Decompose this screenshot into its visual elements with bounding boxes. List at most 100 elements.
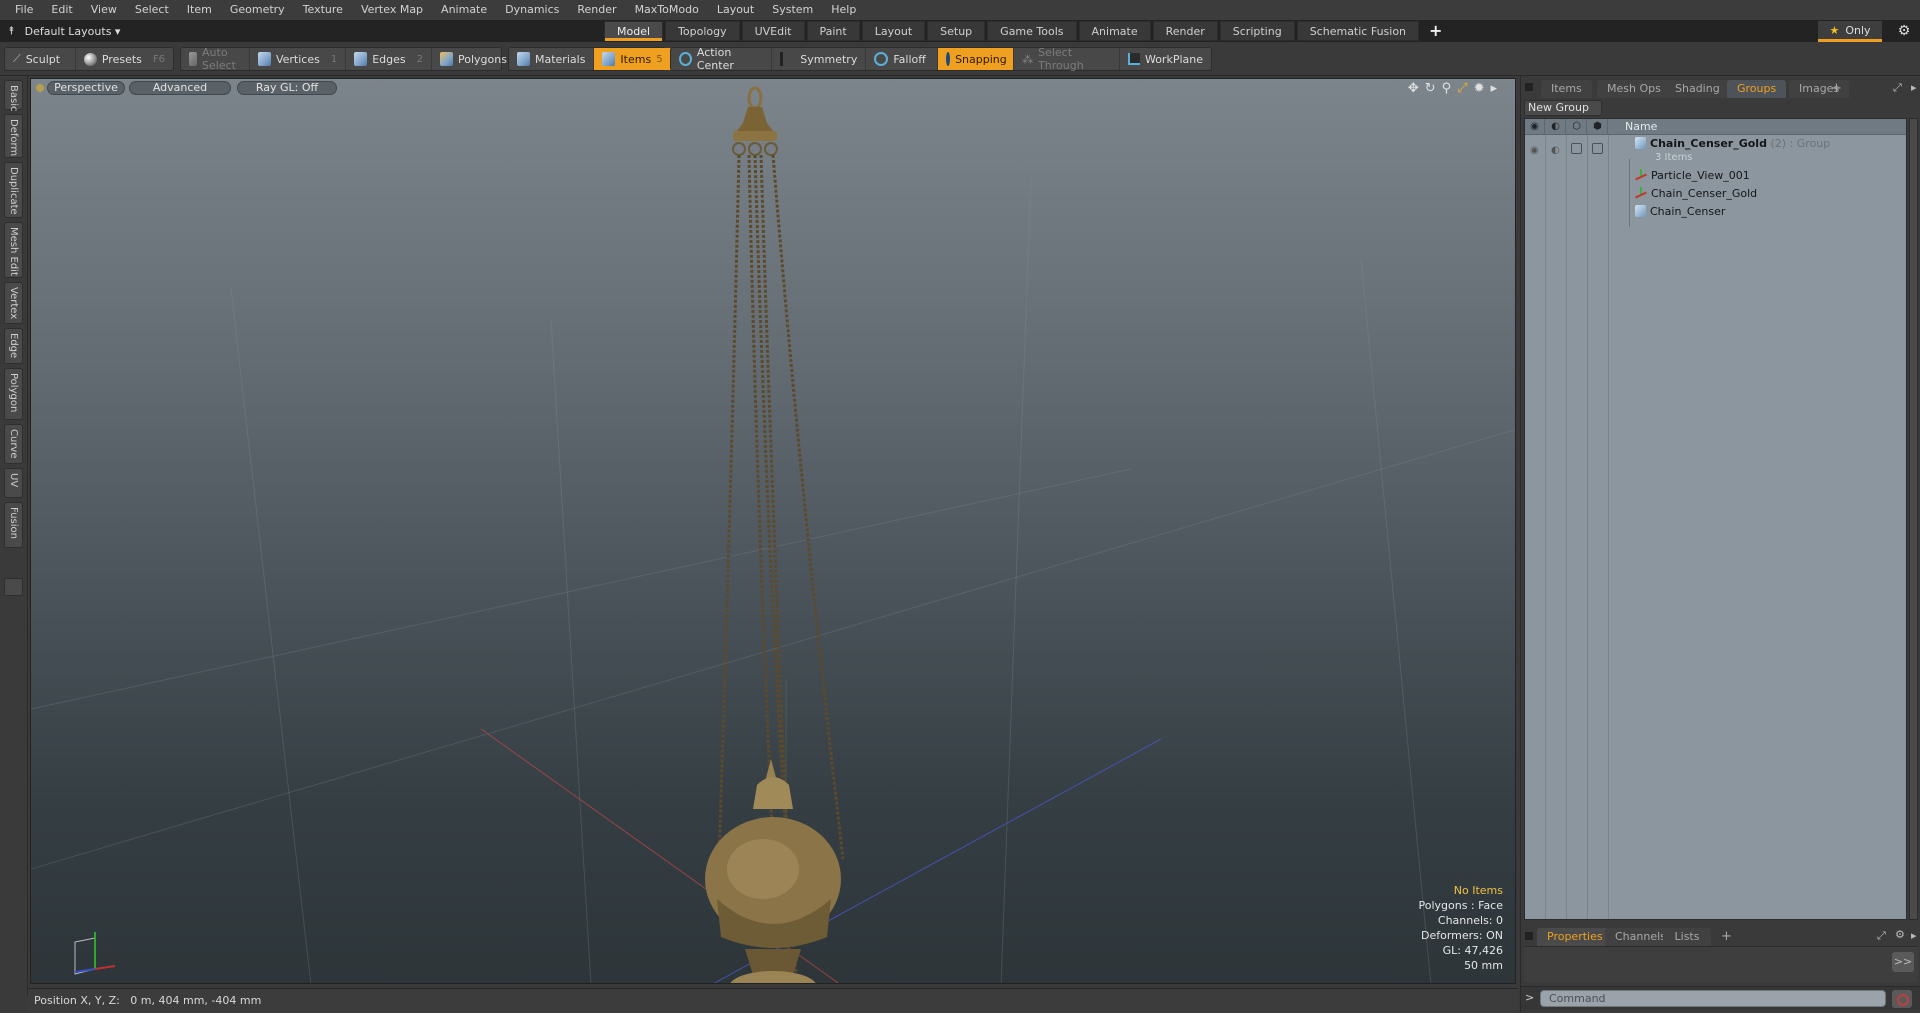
- menu-vertex-map[interactable]: Vertex Map: [352, 0, 432, 20]
- advanced-button[interactable]: Advanced: [129, 81, 231, 95]
- maximize-icon[interactable]: ⤢: [1877, 929, 1886, 943]
- menu-render[interactable]: Render: [568, 0, 625, 20]
- tab-lists[interactable]: Lists: [1663, 928, 1711, 946]
- menu-system[interactable]: System: [763, 0, 822, 20]
- edges-button[interactable]: Edges 2: [346, 48, 432, 70]
- gear-icon[interactable]: ⚙: [1895, 928, 1905, 941]
- tab-schematic-fusion[interactable]: Schematic Fusion: [1296, 21, 1420, 41]
- tab-scripting[interactable]: Scripting: [1219, 21, 1295, 41]
- name-column-header[interactable]: Name: [1625, 119, 1657, 135]
- render-toggle-icon[interactable]: ◐: [1551, 142, 1560, 160]
- tab-mesh-ops[interactable]: Mesh Ops: [1597, 80, 1671, 98]
- expand-properties-button[interactable]: >>: [1892, 952, 1914, 972]
- symmetry-button[interactable]: Symmetry: [772, 48, 867, 70]
- zoom-icon[interactable]: ⚲: [1442, 81, 1452, 96]
- maximize-icon[interactable]: ⤢: [1893, 81, 1902, 95]
- menu-texture[interactable]: Texture: [294, 0, 352, 20]
- menu-geometry[interactable]: Geometry: [221, 0, 294, 20]
- materials-button[interactable]: Materials: [509, 48, 595, 70]
- left-tab-deform[interactable]: Deform: [4, 114, 23, 158]
- snapping-button[interactable]: Snapping: [938, 48, 1015, 70]
- raygl-button[interactable]: Ray GL: Off: [237, 81, 337, 95]
- menu-select[interactable]: Select: [126, 0, 178, 20]
- select-column-icon[interactable]: ⬢: [1588, 119, 1608, 135]
- vertices-button[interactable]: Vertices 1: [250, 48, 347, 70]
- collapse-up-icon[interactable]: ⯭: [8, 24, 15, 38]
- tab-paint[interactable]: Paint: [806, 21, 860, 41]
- left-tab-mesh-edit[interactable]: Mesh Edit: [4, 222, 23, 278]
- tab-uvedit[interactable]: UVEdit: [741, 21, 805, 41]
- fit-icon[interactable]: ⤢: [1457, 81, 1467, 96]
- left-tab-uv[interactable]: UV: [4, 468, 23, 498]
- menu-edit[interactable]: Edit: [42, 0, 81, 20]
- tab-groups[interactable]: Groups: [1727, 80, 1787, 98]
- left-tab-basic[interactable]: Basic: [4, 80, 23, 111]
- falloff-button[interactable]: Falloff: [866, 48, 939, 70]
- presets-button[interactable]: Presets F6: [76, 48, 173, 70]
- select-through-button[interactable]: ⁂ Select Through: [1014, 46, 1120, 72]
- left-tab-fusion[interactable]: Fusion: [4, 502, 23, 548]
- menu-item[interactable]: Item: [178, 0, 221, 20]
- tab-animate[interactable]: Animate: [1078, 21, 1151, 41]
- list-item[interactable]: Chain_Censer_Gold: [1525, 185, 1906, 203]
- polygons-button[interactable]: Polygons: [432, 48, 515, 70]
- panel-arrow-icon[interactable]: ▸: [1911, 81, 1917, 94]
- tab-setup[interactable]: Setup: [927, 21, 986, 41]
- menu-maxtomodo[interactable]: MaxToModo: [626, 0, 708, 20]
- render-column-icon[interactable]: ◐: [1546, 119, 1566, 135]
- new-group-button[interactable]: New Group: [1524, 100, 1602, 116]
- rotate-icon[interactable]: ↻: [1425, 81, 1436, 96]
- workplane-button[interactable]: WorkPlane: [1120, 48, 1211, 70]
- perspective-button[interactable]: Perspective: [47, 81, 125, 95]
- tab-items[interactable]: Items: [1541, 80, 1592, 98]
- lock-toggle[interactable]: [1571, 143, 1582, 154]
- pan-icon[interactable]: ✥: [1408, 81, 1419, 96]
- panel-arrow-icon[interactable]: ▸: [1911, 929, 1917, 942]
- settings-icon[interactable]: ✹: [1474, 81, 1485, 96]
- menu-view[interactable]: View: [82, 0, 126, 20]
- tab-shading[interactable]: Shading: [1665, 80, 1730, 98]
- viewport-menu-dot[interactable]: [36, 84, 44, 92]
- menu-layout[interactable]: Layout: [708, 0, 763, 20]
- left-tab-curve[interactable]: Curve: [4, 424, 23, 464]
- select-toggle[interactable]: [1592, 143, 1603, 154]
- lock-column-icon[interactable]: ⬡: [1567, 119, 1587, 135]
- record-icon[interactable]: [1892, 990, 1912, 1008]
- command-input[interactable]: [1540, 990, 1886, 1007]
- tab-topology[interactable]: Topology: [665, 21, 740, 41]
- group-row[interactable]: ◉ ◐ Chain_Censer_Gold (2) : Group 3 Item…: [1525, 137, 1906, 165]
- tab-render[interactable]: Render: [1152, 21, 1218, 41]
- menu-animate[interactable]: Animate: [432, 0, 496, 20]
- items-button[interactable]: Items 5: [594, 48, 671, 70]
- menu-dynamics[interactable]: Dynamics: [496, 0, 568, 20]
- sculpt-button[interactable]: ⟋ Sculpt: [5, 48, 76, 70]
- panel-menu-icon[interactable]: [1525, 83, 1533, 91]
- tab-layout[interactable]: Layout: [861, 21, 926, 41]
- left-tab-vertex[interactable]: Vertex: [4, 282, 23, 324]
- list-item[interactable]: Chain_Censer: [1525, 203, 1906, 221]
- default-layouts-dropdown[interactable]: Default Layouts ▾: [25, 25, 121, 38]
- panel-menu-icon[interactable]: [1525, 932, 1533, 940]
- visibility-column-icon[interactable]: ◉: [1525, 119, 1545, 135]
- tab-game-tools[interactable]: Game Tools: [987, 21, 1077, 41]
- gear-icon[interactable]: ⚙: [1894, 21, 1914, 41]
- list-item[interactable]: Particle_View_001: [1525, 167, 1906, 185]
- add-tab-button[interactable]: +: [1421, 21, 1450, 41]
- left-tab-duplicate[interactable]: Duplicate: [4, 162, 23, 218]
- only-button[interactable]: ★ Only: [1818, 21, 1882, 42]
- add-panel-tab-button[interactable]: +: [1831, 81, 1842, 96]
- tab-properties[interactable]: Properties: [1537, 928, 1613, 946]
- tab-model[interactable]: Model: [604, 21, 664, 41]
- menu-help[interactable]: Help: [822, 0, 865, 20]
- add-bottom-tab-button[interactable]: +: [1721, 929, 1732, 944]
- left-tab-polygon[interactable]: Polygon: [4, 368, 23, 420]
- auto-select-button[interactable]: Auto Select: [181, 46, 250, 72]
- groups-scrollbar[interactable]: [1909, 118, 1918, 920]
- action-center-button[interactable]: Action Center: [671, 46, 773, 72]
- menu-file[interactable]: File: [6, 0, 42, 20]
- 3d-viewport[interactable]: Perspective Advanced Ray GL: Off ✥ ↻ ⚲ ⤢…: [30, 78, 1516, 984]
- left-tab-extra[interactable]: [4, 578, 23, 596]
- left-tab-edge[interactable]: Edge: [4, 328, 23, 364]
- expand-arrow-icon[interactable]: ▸: [1490, 81, 1497, 96]
- eye-icon[interactable]: ◉: [1530, 142, 1539, 160]
